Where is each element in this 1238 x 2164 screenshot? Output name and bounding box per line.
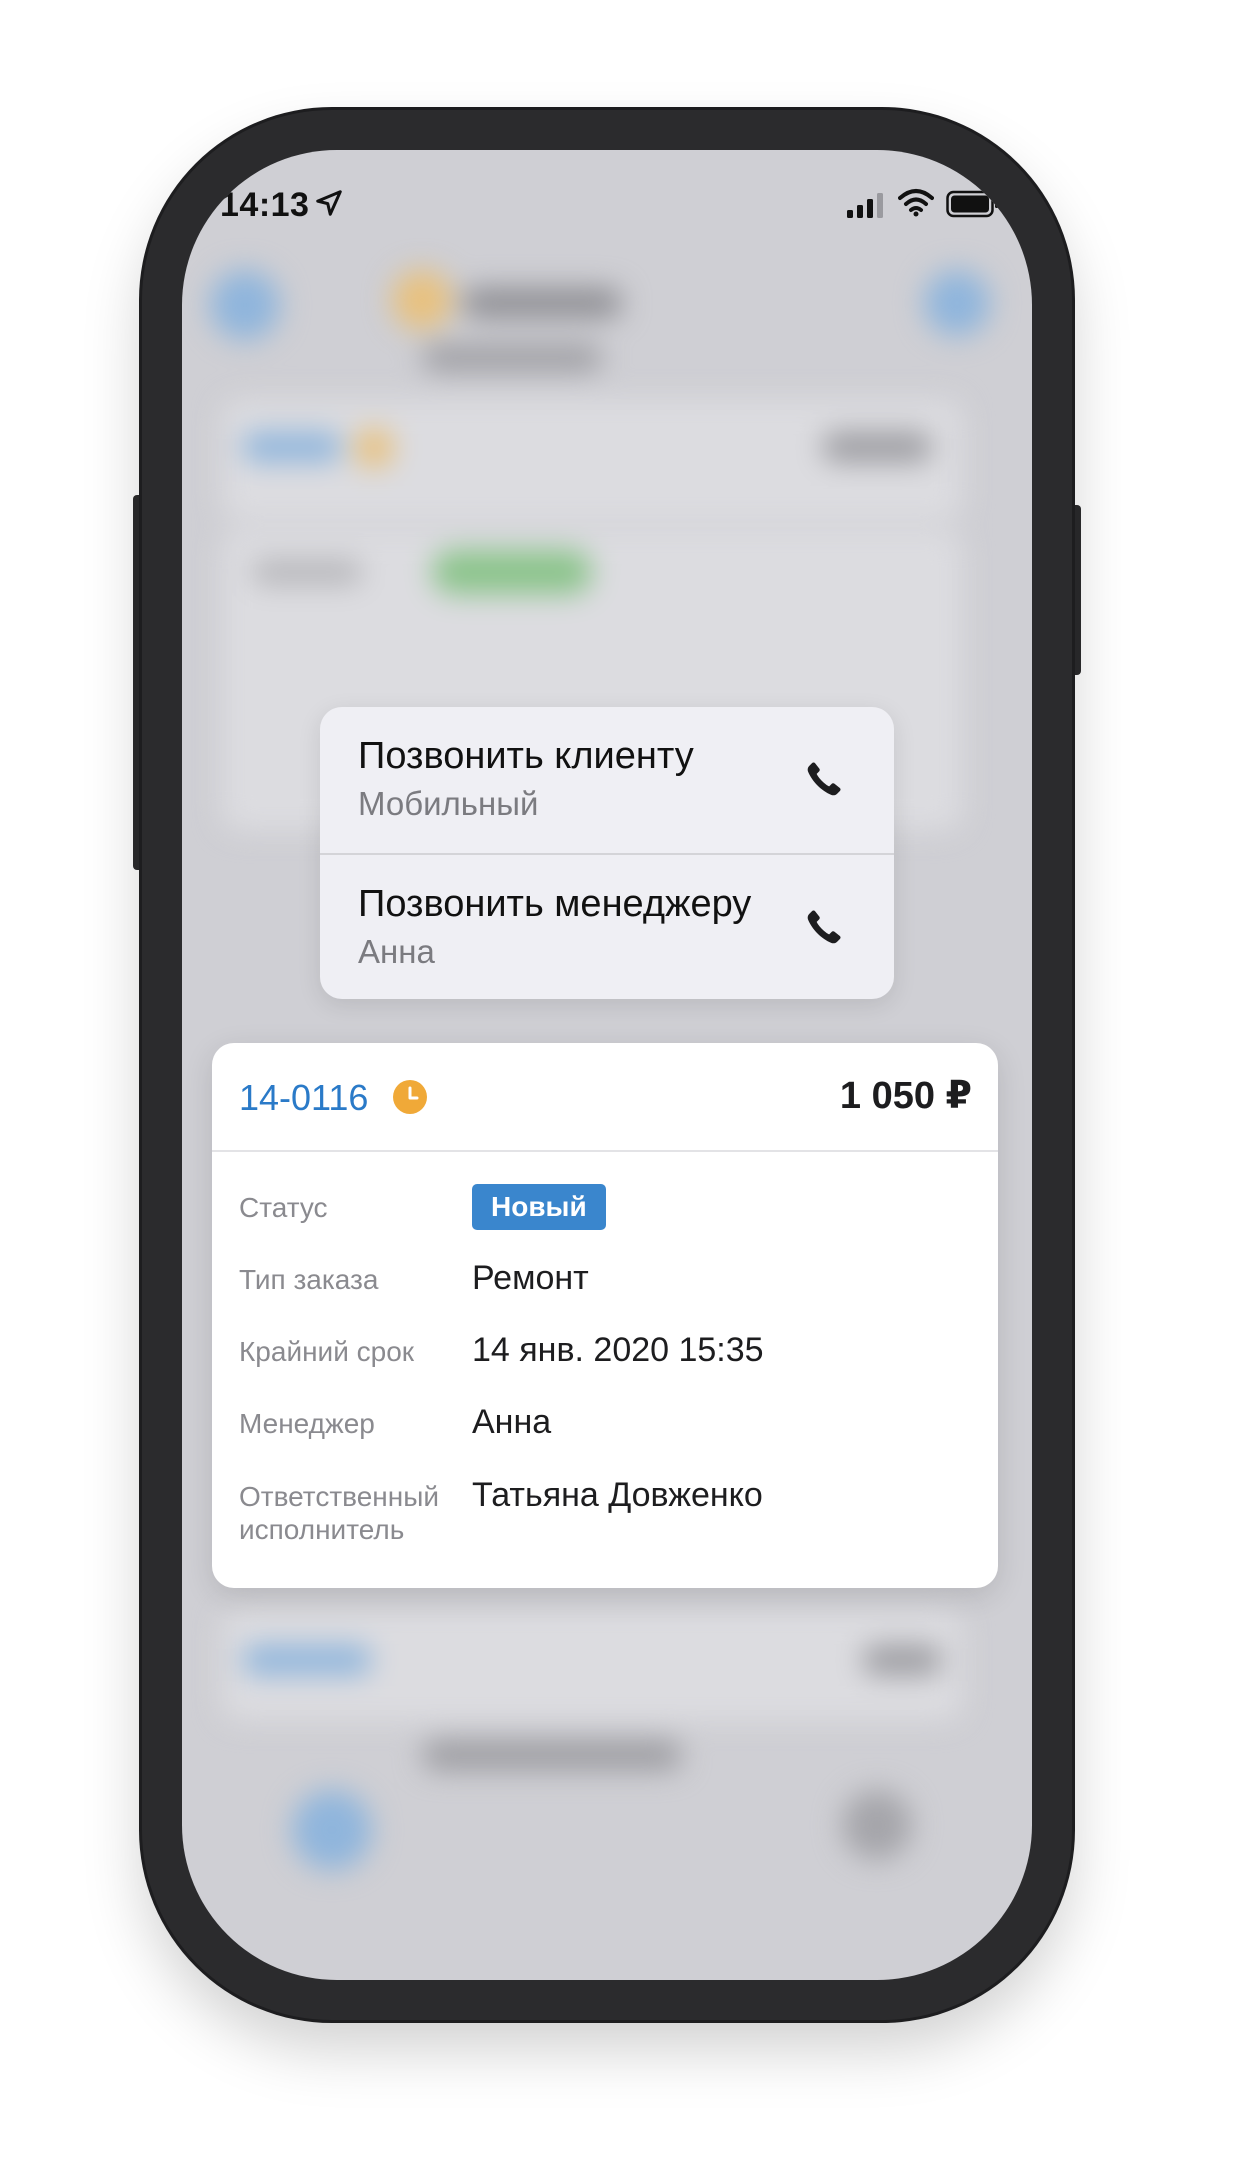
deadline-value: 14 янв. 2020 15:35 xyxy=(472,1331,764,1369)
menu-item-title: Позвонить клиенту xyxy=(358,735,694,777)
status-bar-time: 14:13 xyxy=(220,186,310,224)
clock-icon xyxy=(393,1080,427,1114)
executor-label-line2: исполнитель xyxy=(239,1514,405,1545)
order-price: 1 050 ₽ xyxy=(839,1075,972,1117)
menu-item-subtitle: Анна xyxy=(358,933,435,970)
order-card[interactable]: 14-0116 1 050 ₽ Статус Новый Тип заказа … xyxy=(212,1043,998,1588)
location-arrow-icon xyxy=(316,190,342,216)
order-card-header: 14-0116 1 050 ₽ xyxy=(212,1043,998,1152)
battery-icon xyxy=(946,190,999,218)
order-number: 14-0116 xyxy=(239,1077,369,1118)
phone-icon xyxy=(807,762,841,796)
menu-item-title: Позвонить менеджеру xyxy=(358,883,752,925)
status-label: Статус xyxy=(239,1192,328,1223)
deadline-label: Крайний срок xyxy=(239,1336,415,1367)
phone-icon xyxy=(807,910,841,944)
menu-item-subtitle: Мобильный xyxy=(358,785,539,822)
manager-label: Менеджер xyxy=(239,1408,375,1439)
wifi-icon xyxy=(898,189,934,217)
executor-label-line1: Ответственный xyxy=(239,1481,439,1512)
phone-screen: 14:13 Позвонить клиенту Мобильный Позвон… xyxy=(182,150,1032,1980)
phone-frame: 14:13 Позвонить клиенту Мобильный Позвон… xyxy=(142,110,1072,2020)
menu-item-call-manager[interactable]: Позвонить менеджеру Анна xyxy=(320,853,894,999)
menu-item-call-client[interactable]: Позвонить клиенту Мобильный xyxy=(320,707,894,853)
manager-value: Анна xyxy=(472,1403,552,1441)
order-type-value: Ремонт xyxy=(472,1259,589,1297)
call-context-menu: Позвонить клиенту Мобильный Позвонить ме… xyxy=(320,707,894,999)
status-badge: Новый xyxy=(472,1184,606,1230)
signal-icon xyxy=(847,193,883,218)
order-type-label: Тип заказа xyxy=(239,1264,379,1295)
executor-value: Татьяна Довженко xyxy=(472,1476,763,1514)
